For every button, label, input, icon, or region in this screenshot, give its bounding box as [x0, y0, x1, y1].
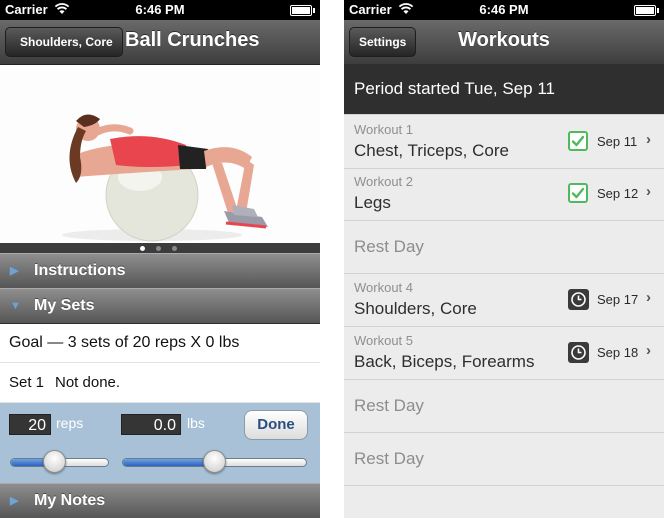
checkmark-icon [568, 183, 588, 203]
status-time: 6:46 PM [135, 2, 185, 17]
set-status: Not done. [55, 374, 121, 391]
battery-icon [634, 5, 659, 16]
goal-row: Goal — 3 sets of 20 reps X 0 lbs [0, 324, 320, 363]
rest-day-row[interactable]: Rest Day [344, 220, 664, 274]
section-instructions-label: Instructions [34, 262, 126, 279]
chevron-right-icon: › [646, 183, 651, 200]
section-my-sets-label: My Sets [34, 297, 95, 314]
chevron-right-icon: › [646, 131, 651, 148]
status-bar: Carrier 6:46 PM [344, 0, 664, 20]
rest-day-label: Rest Day [354, 396, 424, 415]
exercise-photo [0, 65, 320, 243]
clock-icon [568, 342, 589, 363]
section-my-notes-label: My Notes [34, 492, 106, 509]
workout-name: Shoulders, Core [354, 299, 477, 318]
reps-slider-thumb[interactable] [43, 450, 67, 473]
workout-row[interactable]: Workout 2 Legs Sep 12 › [344, 167, 664, 221]
back-button-label: Shoulders, Core [20, 35, 113, 49]
nav-bar: Settings Workouts [344, 20, 664, 65]
reps-field[interactable]: 20 [9, 414, 51, 435]
workouts-screen: Carrier 6:46 PM Settings Workouts Period… [344, 0, 664, 518]
workout-row[interactable]: Workout 4 Shoulders, Core Sep 17 › [344, 273, 664, 327]
period-text: Period started Tue, Sep 11 [354, 79, 555, 98]
rest-day-label: Rest Day [354, 449, 424, 468]
disclosure-triangle-icon: ▶ [10, 495, 19, 507]
workout-name: Legs [354, 193, 391, 212]
workout-date: Sep 11 [597, 134, 638, 149]
workout-row[interactable]: Workout 5 Back, Biceps, Forearms Sep 18 › [344, 326, 664, 380]
status-bar: Carrier 6:46 PM [0, 0, 320, 20]
workout-name: Back, Biceps, Forearms [354, 352, 535, 371]
lbs-unit-label: lbs [187, 415, 205, 431]
workout-name: Chest, Triceps, Core [354, 141, 509, 160]
workout-number: Workout 5 [354, 333, 414, 348]
lbs-field[interactable]: 0.0 [121, 414, 181, 435]
disclosure-triangle-icon: ▶ [10, 265, 19, 277]
section-my-notes[interactable]: ▶ My Notes [0, 483, 320, 518]
exercise-illustration [62, 114, 268, 242]
workout-date: Sep 12 [597, 186, 639, 201]
section-instructions[interactable]: ▶ Instructions [0, 253, 320, 289]
chevron-right-icon: › [646, 342, 651, 359]
clock-icon [568, 289, 589, 310]
page-dot [156, 246, 161, 251]
exercise-screen: Carrier 6:46 PM Shoulders, Core Ball Cru… [0, 0, 320, 518]
lbs-slider-thumb[interactable] [203, 450, 226, 473]
set-row[interactable]: Set 1 Not done. [0, 363, 320, 403]
set-label: Set 1 [9, 374, 45, 391]
goal-text: Goal — 3 sets of 20 reps X 0 lbs [9, 334, 240, 351]
section-my-sets[interactable]: ▼ My Sets [0, 288, 320, 324]
chevron-right-icon: › [646, 289, 651, 306]
status-time: 6:46 PM [479, 2, 529, 17]
page-title: Workouts [458, 29, 550, 51]
period-header: Period started Tue, Sep 11 [344, 64, 664, 114]
workout-number: Workout 4 [354, 280, 414, 295]
done-button[interactable]: Done [244, 410, 308, 440]
workout-row[interactable]: Workout 1 Chest, Triceps, Core Sep 11 › [344, 114, 664, 169]
page-title: Ball Crunches [125, 29, 260, 51]
workout-number: Workout 1 [354, 122, 414, 137]
workout-date: Sep 18 [597, 345, 639, 360]
workout-number: Workout 2 [354, 174, 414, 189]
rest-day-row[interactable]: Rest Day [344, 432, 664, 486]
lbs-slider-fill [123, 459, 216, 466]
nav-bar: Shoulders, Core Ball Crunches [0, 20, 320, 65]
page-dot [172, 246, 177, 251]
workout-date: Sep 17 [597, 292, 639, 307]
page-dot-active [140, 246, 145, 251]
reps-unit-label: reps [56, 415, 84, 431]
checkmark-icon [568, 131, 588, 151]
back-button[interactable]: Shoulders, Core [5, 27, 123, 57]
rest-day-label: Rest Day [354, 237, 424, 256]
battery-icon [290, 5, 315, 16]
rest-day-row[interactable]: Rest Day [344, 379, 664, 433]
page-indicator[interactable] [0, 243, 320, 253]
disclosure-triangle-open-icon: ▼ [10, 300, 21, 312]
